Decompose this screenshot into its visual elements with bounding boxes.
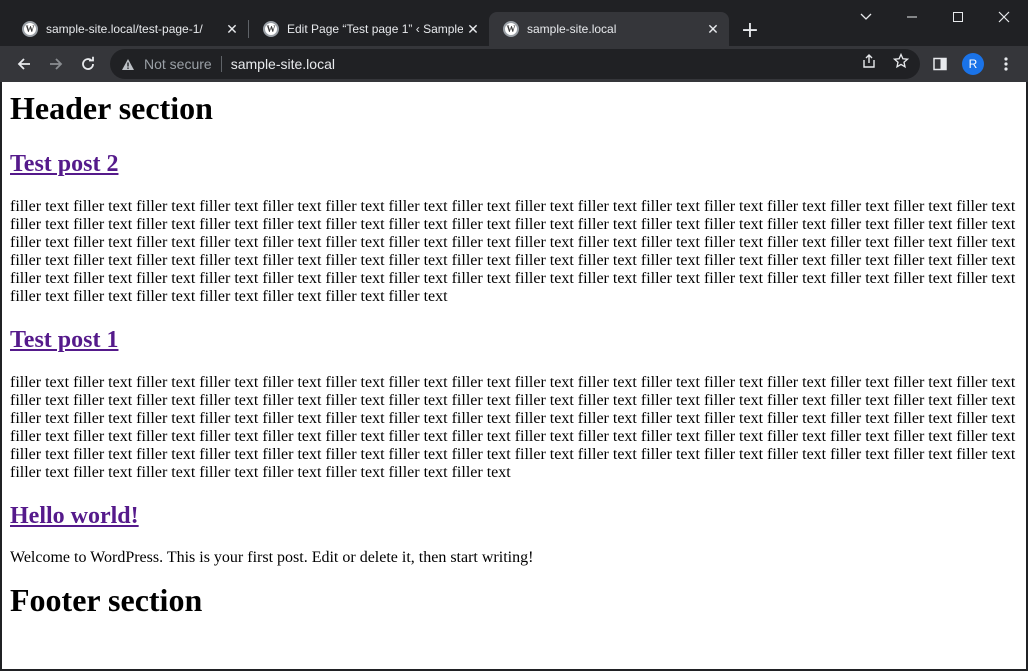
forward-button[interactable] (42, 50, 70, 78)
minimize-button[interactable] (889, 0, 935, 34)
back-arrow-icon (17, 58, 30, 70)
close-icon (998, 11, 1010, 23)
tab-search-button[interactable] (843, 0, 889, 34)
profile-avatar[interactable]: R (962, 53, 984, 75)
side-panel-icon (933, 57, 947, 71)
tab-edit-page[interactable]: W Edit Page “Test page 1” ‹ Sample Site … (249, 12, 489, 46)
tab-title: Edit Page “Test page 1” ‹ Sample Site — … (287, 22, 463, 36)
tab-title: sample-site.local (527, 22, 617, 36)
back-button[interactable] (10, 50, 38, 78)
post-link-test-post-2[interactable]: Test post 2 (10, 151, 118, 177)
side-panel-button[interactable] (926, 50, 954, 78)
wordpress-icon: W (22, 21, 38, 37)
wordpress-icon: W (503, 21, 519, 37)
reload-icon (82, 56, 94, 70)
post-body: filler text filler text filler text fill… (10, 198, 1016, 305)
post-title: Test post 1 (10, 326, 1018, 354)
post-body: filler text filler text filler text fill… (10, 374, 1016, 481)
security-label[interactable]: Not secure (144, 56, 212, 72)
tab-test-page-1[interactable]: W sample-site.local/test-page-1/ ✕ (8, 12, 248, 46)
post-body: Welcome to WordPress. This is your first… (10, 549, 534, 566)
post-title: Test post 2 (10, 150, 1018, 178)
menu-button[interactable] (992, 50, 1020, 78)
maximize-button[interactable] (935, 0, 981, 34)
page-viewport: Header section Test post 2 filler text f… (2, 82, 1026, 669)
address-bar[interactable]: Not secure sample-site.local (110, 49, 920, 79)
forward-arrow-icon (50, 58, 63, 70)
browser-toolbar: Not secure sample-site.local R (0, 46, 1028, 82)
post-title: Hello world! (10, 502, 1018, 530)
close-tab-icon[interactable]: ✕ (463, 19, 483, 39)
minimize-icon (907, 16, 917, 18)
wordpress-icon: W (263, 21, 279, 37)
address-divider (220, 56, 222, 72)
star-icon (893, 53, 909, 69)
maximize-icon (953, 12, 963, 22)
share-icon (863, 54, 875, 68)
new-tab-button[interactable]: + (736, 16, 764, 44)
more-vertical-icon (1004, 57, 1008, 71)
close-tab-icon[interactable]: ✕ (222, 19, 242, 39)
tab-strip: W sample-site.local/test-page-1/ ✕ W Edi… (0, 0, 1028, 46)
url-text[interactable]: sample-site.local (231, 56, 335, 72)
header-section-heading: Header section (10, 90, 213, 126)
bookmark-button[interactable] (887, 50, 915, 72)
chevron-down-icon (860, 13, 872, 20)
tab-title: sample-site.local/test-page-1/ (46, 22, 203, 36)
post-link-test-post-1[interactable]: Test post 1 (10, 327, 118, 353)
share-button[interactable] (855, 50, 883, 72)
close-window-button[interactable] (981, 0, 1027, 34)
post-link-hello-world[interactable]: Hello world! (10, 503, 139, 529)
tab-sample-site[interactable]: W sample-site.local ✕ (489, 12, 729, 46)
reload-button[interactable] (74, 50, 102, 78)
warning-icon[interactable] (120, 56, 136, 72)
footer-section-heading: Footer section (10, 582, 203, 618)
close-tab-icon[interactable]: ✕ (703, 19, 723, 39)
